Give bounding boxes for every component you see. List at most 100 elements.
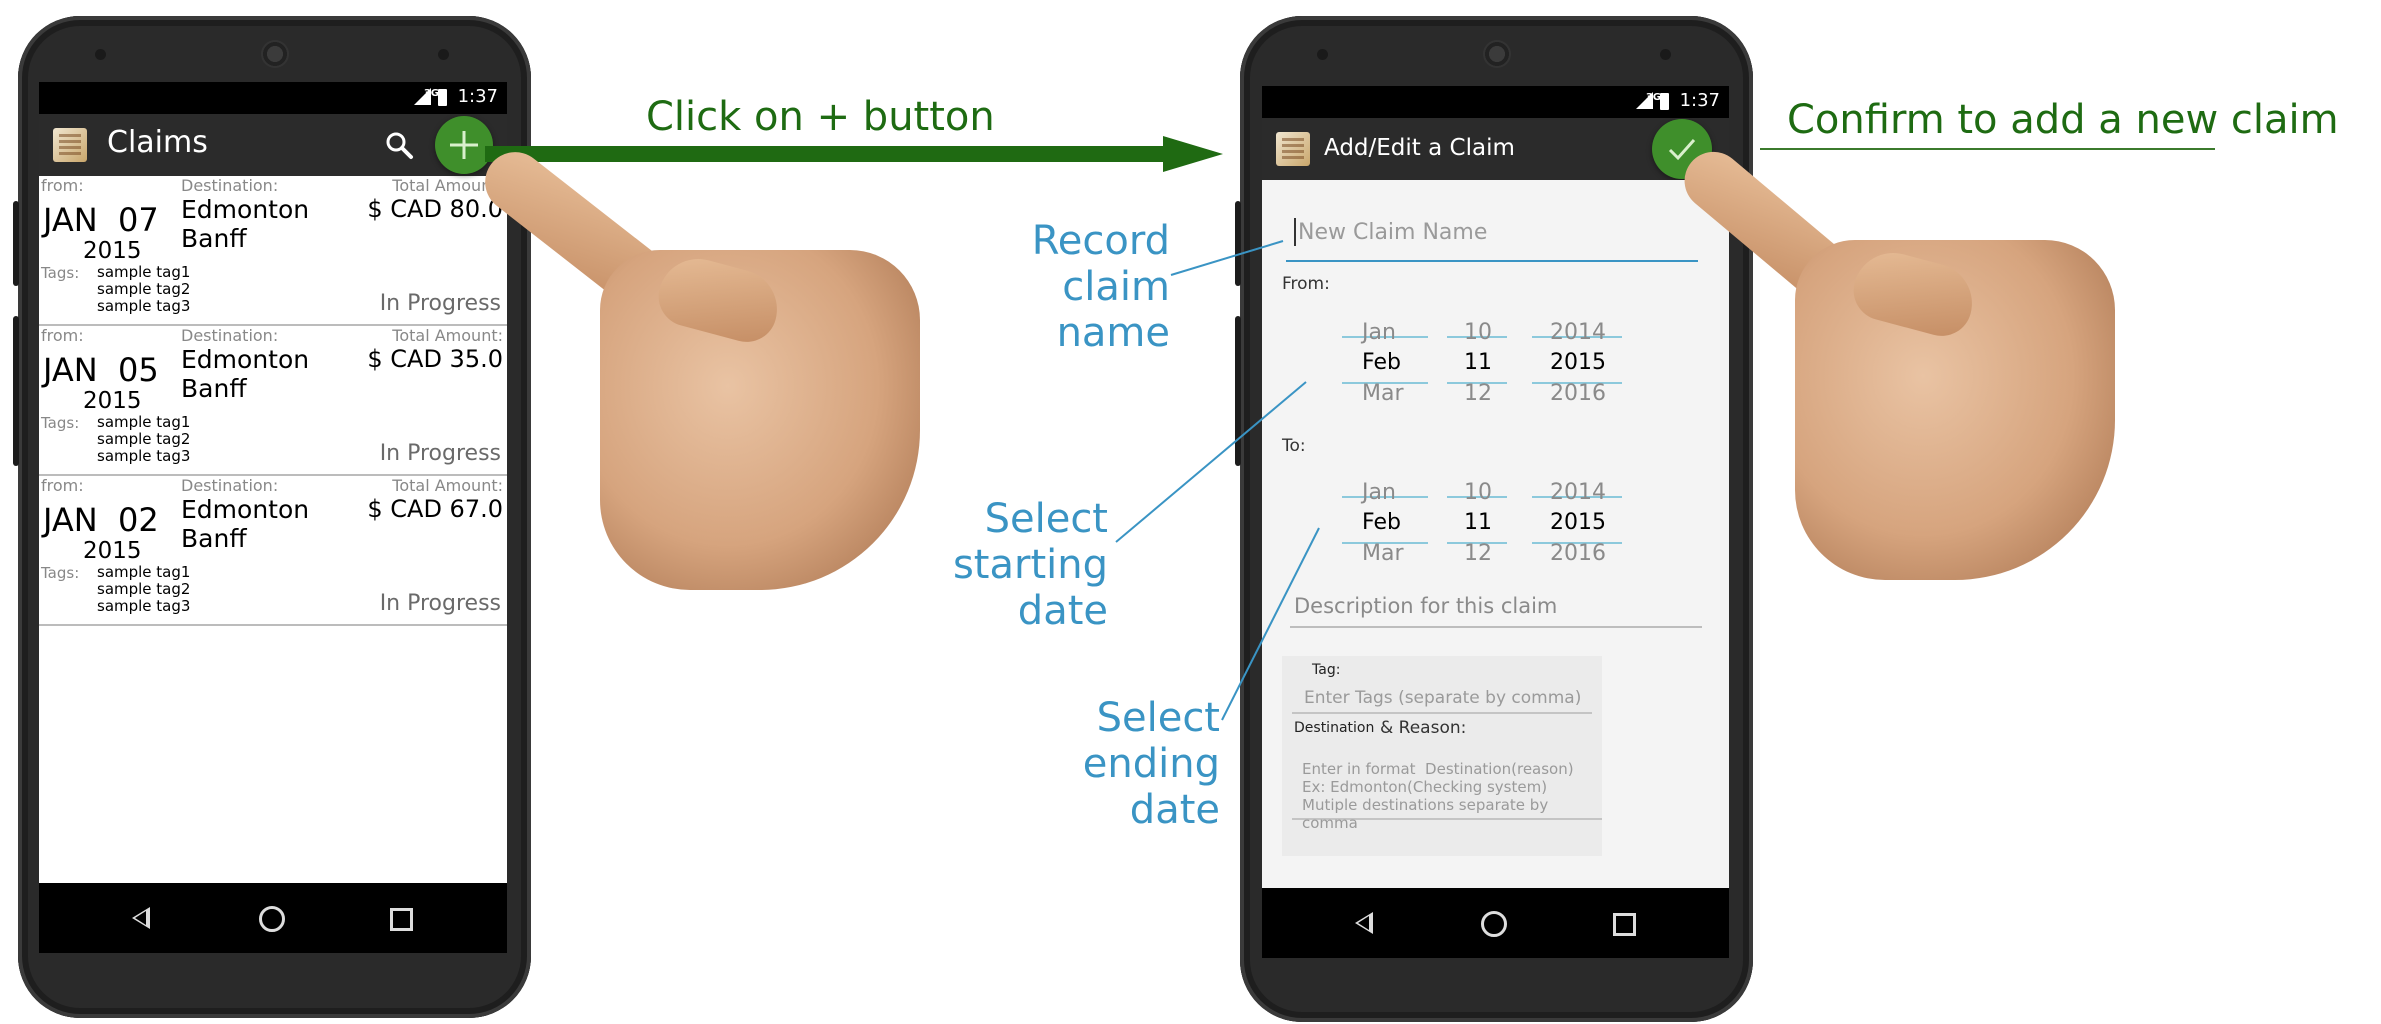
reason-label: & Reason: <box>1380 718 1467 738</box>
picker-day: 11 <box>1464 510 1492 535</box>
home-icon[interactable] <box>259 906 285 932</box>
picker-month: Feb <box>1362 510 1401 535</box>
tags-label: Tags: <box>41 564 80 582</box>
destination-line: Banff <box>181 524 247 553</box>
destination-line: Banff <box>181 224 247 253</box>
claim-row[interactable]: from: Destination: Total Amount: JAN 02 … <box>39 476 507 626</box>
tag-placeholder: Enter Tags (separate by comma) <box>1304 688 1582 708</box>
destination-placeholder-line: Ex: Edmonton(Checking system) <box>1302 778 1548 796</box>
callout-line: date <box>1129 787 1220 833</box>
click-plus-caption: Click on + button <box>646 94 995 140</box>
tags-destination-panel: Tag: Enter Tags (separate by comma) Dest… <box>1282 656 1602 856</box>
destination-placeholder-line: Enter in format Destination(reason) <box>1302 760 1574 778</box>
description-placeholder: Description for this claim <box>1294 594 1558 618</box>
to-date-picker[interactable]: Jan 10 2014 Feb 11 2015 Mar 12 2016 <box>1342 480 1642 590</box>
from-date-picker[interactable]: Jan 10 2014 Feb 11 2015 Mar 12 2016 <box>1342 320 1642 430</box>
recent-apps-icon[interactable] <box>390 908 413 931</box>
nav-bar <box>39 883 507 953</box>
callout-leader-lines <box>1100 230 1330 750</box>
picker-year-prev: 2014 <box>1550 320 1606 345</box>
claim-destination: Edmonton Banff <box>181 495 309 553</box>
claim-tags: sample tag1 sample tag2 sample tag3 <box>97 264 190 315</box>
claims-list: from: Destination: Total Amount: JAN 07 … <box>39 176 507 626</box>
picker-year-next: 2016 <box>1550 381 1606 406</box>
back-icon[interactable] <box>1355 912 1373 934</box>
sensor-dot <box>1660 49 1671 60</box>
claim-year: 2015 <box>83 388 142 414</box>
claim-destination: Edmonton Banff <box>181 345 309 403</box>
recent-apps-icon[interactable] <box>1613 913 1636 936</box>
destination-line: Edmonton <box>181 495 310 524</box>
battery-icon <box>438 89 447 106</box>
power-button <box>13 201 19 286</box>
status-time: 1:37 <box>1679 90 1720 111</box>
app-logo-icon <box>53 128 87 162</box>
claim-destination: Edmonton Banff <box>181 195 309 253</box>
from-label: from: <box>41 176 84 195</box>
picker-day-next: 12 <box>1464 541 1492 566</box>
destination-line: Edmonton <box>181 345 310 374</box>
app-logo-icon <box>1276 132 1310 166</box>
action-bar: Add/Edit a Claim <box>1262 118 1729 180</box>
action-bar: Claims <box>39 114 507 176</box>
claim-name-input[interactable]: New Claim Name <box>1286 208 1698 262</box>
destination-input[interactable]: Enter in format Destination(reason) Ex: … <box>1292 756 1602 832</box>
nav-bar <box>1262 888 1729 958</box>
home-icon[interactable] <box>1481 911 1507 937</box>
pointing-hand-right <box>1672 140 2200 610</box>
picker-year: 2015 <box>1550 510 1606 535</box>
tag-item: sample tag3 <box>97 597 191 615</box>
claim-date: JAN 05 <box>43 351 159 389</box>
claim-tags: sample tag1 sample tag2 sample tag3 <box>97 564 190 615</box>
earpiece-speaker <box>261 40 289 68</box>
destination-placeholder-line: Mutiple destinations separate by comma <box>1302 796 1549 832</box>
picker-month-prev: Jan <box>1362 320 1396 345</box>
front-camera <box>95 49 106 60</box>
tag-input[interactable]: Enter Tags (separate by comma) <box>1292 684 1592 714</box>
picker-day-prev: 10 <box>1464 480 1492 505</box>
tag-item: sample tag2 <box>97 280 191 298</box>
tags-label: Tags: <box>41 264 80 282</box>
left-phone: 3G 1:37 Claims from: Destination: Total … <box>13 16 531 1018</box>
claim-date: JAN 02 <box>43 501 159 539</box>
sensor-dot <box>438 49 449 60</box>
picker-year-next: 2016 <box>1550 541 1606 566</box>
description-input[interactable]: Description for this claim <box>1290 590 1702 628</box>
claim-row[interactable]: from: Destination: Total Amount: JAN 07 … <box>39 176 507 326</box>
picker-month-next: Mar <box>1362 381 1404 406</box>
search-icon[interactable] <box>384 130 414 160</box>
picker-month-prev: Jan <box>1362 480 1396 505</box>
claim-row[interactable]: from: Destination: Total Amount: JAN 05 … <box>39 326 507 476</box>
status-bar: 3G 1:37 <box>1262 86 1729 118</box>
left-screen: 3G 1:37 Claims from: Destination: Total … <box>39 82 507 953</box>
claim-date: JAN 07 <box>43 201 159 239</box>
tag-item: sample tag3 <box>97 447 191 465</box>
picker-day-next: 12 <box>1464 381 1492 406</box>
destination-label: Destination: <box>181 176 279 195</box>
page-title: Claims <box>107 125 208 160</box>
tag-item: sample tag2 <box>97 430 191 448</box>
tag-item: sample tag1 <box>97 263 191 281</box>
signal-icon <box>414 88 431 105</box>
picker-day-prev: 10 <box>1464 320 1492 345</box>
tag-item: sample tag1 <box>97 563 191 581</box>
confirm-caption: Confirm to add a new claim <box>1787 97 2339 143</box>
front-camera <box>1317 49 1328 60</box>
back-icon[interactable] <box>132 907 150 929</box>
tag-item: sample tag2 <box>97 580 191 598</box>
tag-item: sample tag1 <box>97 413 191 431</box>
destination-label: Destination: <box>181 326 279 345</box>
volume-button <box>13 316 19 466</box>
claim-tags: sample tag1 sample tag2 sample tag3 <box>97 414 190 465</box>
claim-year: 2015 <box>83 538 142 564</box>
status-time: 1:37 <box>457 86 498 107</box>
picker-month: Feb <box>1362 350 1401 375</box>
from-label: from: <box>41 326 84 345</box>
pointing-hand-left <box>470 140 990 610</box>
tags-label: Tags: <box>41 414 80 432</box>
right-screen: 3G 1:37 Add/Edit a Claim New Claim Name … <box>1262 86 1729 958</box>
edit-form: New Claim Name From: Jan 10 2014 Feb 11 … <box>1262 180 1729 888</box>
picker-month-next: Mar <box>1362 541 1404 566</box>
battery-icon <box>1660 93 1669 110</box>
page-title: Add/Edit a Claim <box>1324 135 1515 161</box>
